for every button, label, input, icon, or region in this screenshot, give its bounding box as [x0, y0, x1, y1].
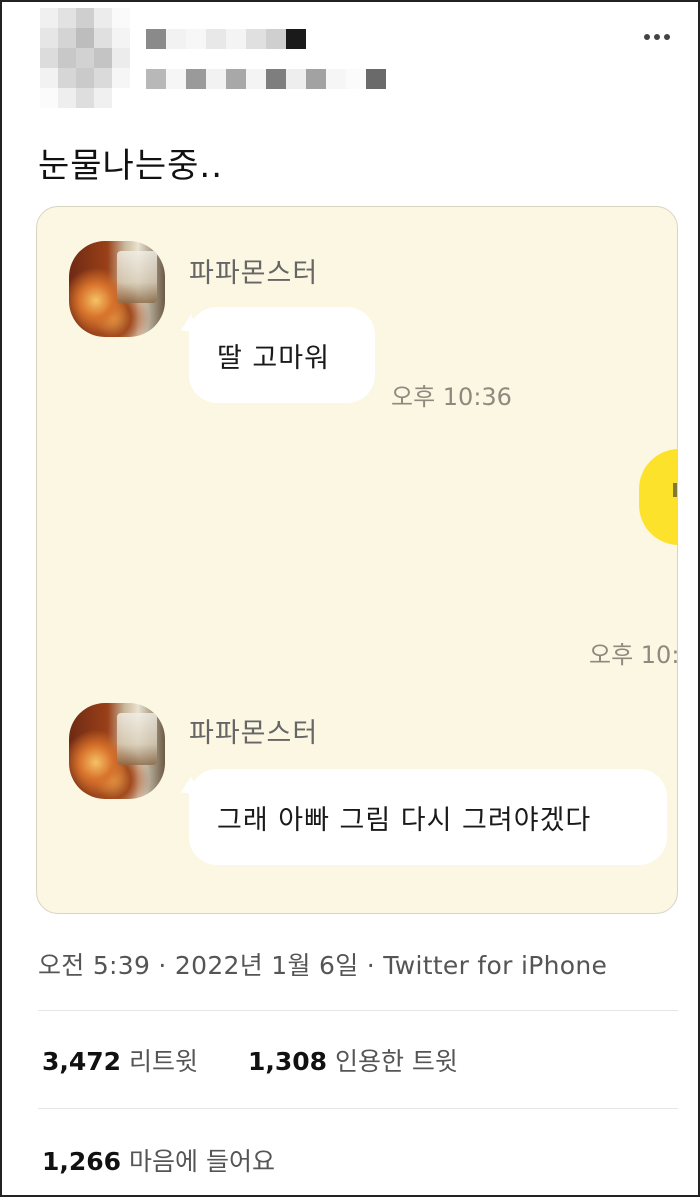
- divider: [38, 1010, 678, 1011]
- retweet-count[interactable]: 3,472: [42, 1047, 121, 1076]
- like-count[interactable]: 1,266: [42, 1147, 121, 1176]
- chat-message-time-partial: 오후 10:: [589, 641, 678, 669]
- chat-avatar: [69, 703, 165, 799]
- divider: [38, 1108, 678, 1109]
- author-avatar[interactable]: [40, 8, 130, 108]
- more-options-icon[interactable]: [644, 32, 676, 42]
- quote-label[interactable]: 인용한 트윗: [335, 1047, 458, 1076]
- tweet-timestamp[interactable]: 오전 5:39 · 2022년 1월 6일 · Twitter for iPho…: [38, 946, 607, 982]
- quote-count[interactable]: 1,308: [248, 1047, 327, 1076]
- chat-bubble: 딸 고마워: [189, 307, 375, 403]
- chat-message-time: 오후 10:36: [391, 383, 512, 411]
- chat-message-text: 딸 고마워: [217, 342, 330, 374]
- chat-sender-name: 파파몬스터: [189, 718, 319, 749]
- chat-message-text: 그래 아빠 그림 다시 그려야겠다: [217, 804, 592, 836]
- tweet-text: 눈물나는중..: [38, 146, 224, 186]
- chat-sender-name: 파파몬스터: [189, 258, 319, 289]
- like-label[interactable]: 마음에 들어요: [129, 1147, 275, 1176]
- author-handle-redacted[interactable]: [146, 69, 386, 89]
- chat-screenshot-image[interactable]: 파파몬스터 딸 고마워 오후 10:36 오후 10: 파파몬스터 그래 아빠 …: [36, 206, 678, 914]
- my-chat-bubble: [639, 449, 677, 545]
- retweet-label[interactable]: 리트윗: [129, 1047, 198, 1076]
- chat-bubble: 그래 아빠 그림 다시 그려야겠다: [189, 769, 667, 865]
- chat-avatar: [69, 241, 165, 337]
- tweet-frame: 눈물나는중.. 파파몬스터 딸 고마워 오후 10:36 오후 10: 파파몬스…: [0, 0, 700, 1197]
- author-name-redacted[interactable]: [146, 29, 306, 49]
- like-stats: 1,266 마음에 들어요: [42, 1142, 275, 1178]
- retweet-stats: 3,472 리트윗 1,308 인용한 트윗: [42, 1042, 458, 1078]
